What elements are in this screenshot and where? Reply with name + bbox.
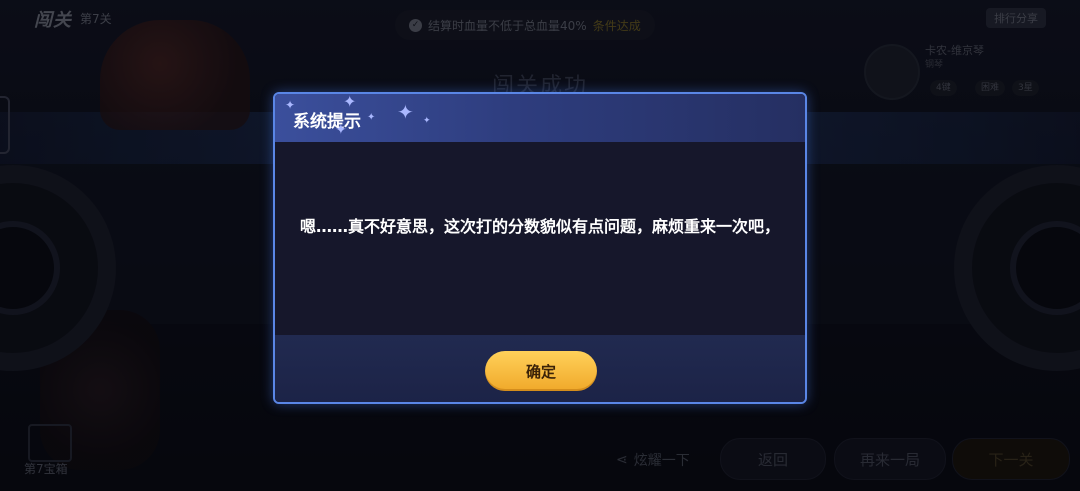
sparkle-icon: ✦ [367, 112, 376, 123]
sparkle-icon: ✦ [285, 98, 296, 112]
sparkle-icon: ✦ [423, 116, 431, 126]
confirm-button[interactable]: 确定 [485, 351, 597, 391]
system-prompt-dialog: 系统提示 ✦ ✦ ✦ ✦ ✦ ✦ 嗯……真不好意思，这次打的分数貌似有点问题，麻… [273, 92, 807, 404]
sparkle-icon: ✦ [397, 100, 414, 124]
sparkle-icon: ✦ [335, 122, 347, 138]
sparkle-icon: ✦ [343, 92, 357, 111]
dialog-message: 嗯……真不好意思，这次打的分数貌似有点问题，麻烦重来一次吧， [299, 217, 780, 236]
dialog-header: 系统提示 ✦ ✦ ✦ ✦ ✦ ✦ [275, 94, 805, 142]
